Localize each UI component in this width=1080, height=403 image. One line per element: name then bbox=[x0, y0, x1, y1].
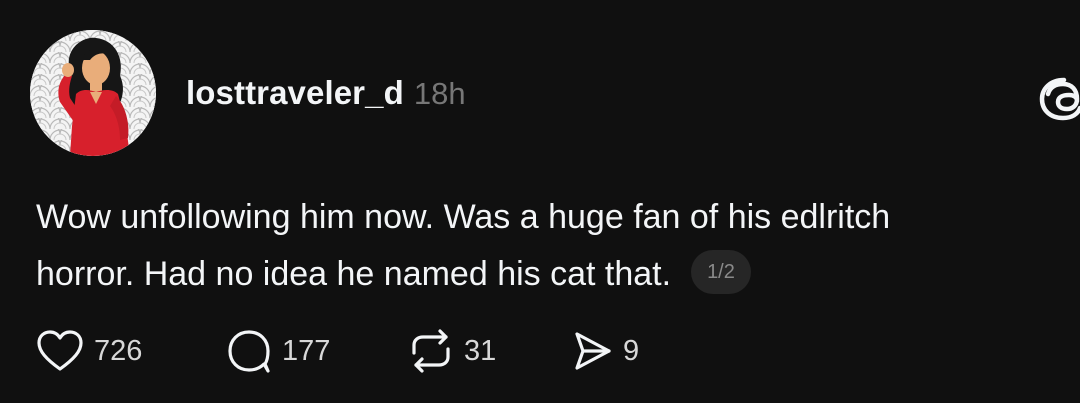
threads-logo-icon bbox=[1036, 76, 1080, 122]
repost-button[interactable]: 31 bbox=[408, 329, 573, 373]
speech-bubble-icon bbox=[228, 330, 270, 373]
reply-button[interactable]: 177 bbox=[226, 328, 408, 374]
post-text: Wow unfollowing him now. Was a huge fan … bbox=[36, 189, 1036, 303]
like-count: 726 bbox=[94, 334, 143, 367]
like-button[interactable]: 726 bbox=[36, 329, 226, 373]
timestamp: 18h bbox=[413, 76, 466, 111]
avatar-illustration bbox=[30, 30, 156, 156]
page-indicator-badge: 1/2 bbox=[691, 250, 751, 295]
post-text-line-1: Wow unfollowing him now. Was a huge fan … bbox=[36, 198, 891, 236]
post-text-line-2-content: horror. Had no idea he named his cat tha… bbox=[36, 255, 672, 293]
reply-count: 177 bbox=[282, 334, 331, 367]
avatar[interactable] bbox=[30, 30, 156, 156]
repost-count: 31 bbox=[464, 334, 497, 367]
share-button[interactable]: 9 bbox=[573, 330, 639, 372]
repost-arrows-icon bbox=[412, 329, 450, 373]
post-header: losttraveler_d 18h bbox=[186, 74, 466, 118]
share-count: 9 bbox=[623, 334, 640, 367]
post-text-line-2: horror. Had no idea he named his cat tha… bbox=[36, 246, 1036, 303]
username[interactable]: losttraveler_d bbox=[186, 74, 404, 112]
send-icon bbox=[575, 332, 611, 370]
heart-icon bbox=[37, 330, 83, 371]
thread-post: losttraveler_d 18h Wow unfollowing him n… bbox=[0, 0, 1080, 403]
action-bar: 726 177 31 9 bbox=[36, 328, 639, 374]
